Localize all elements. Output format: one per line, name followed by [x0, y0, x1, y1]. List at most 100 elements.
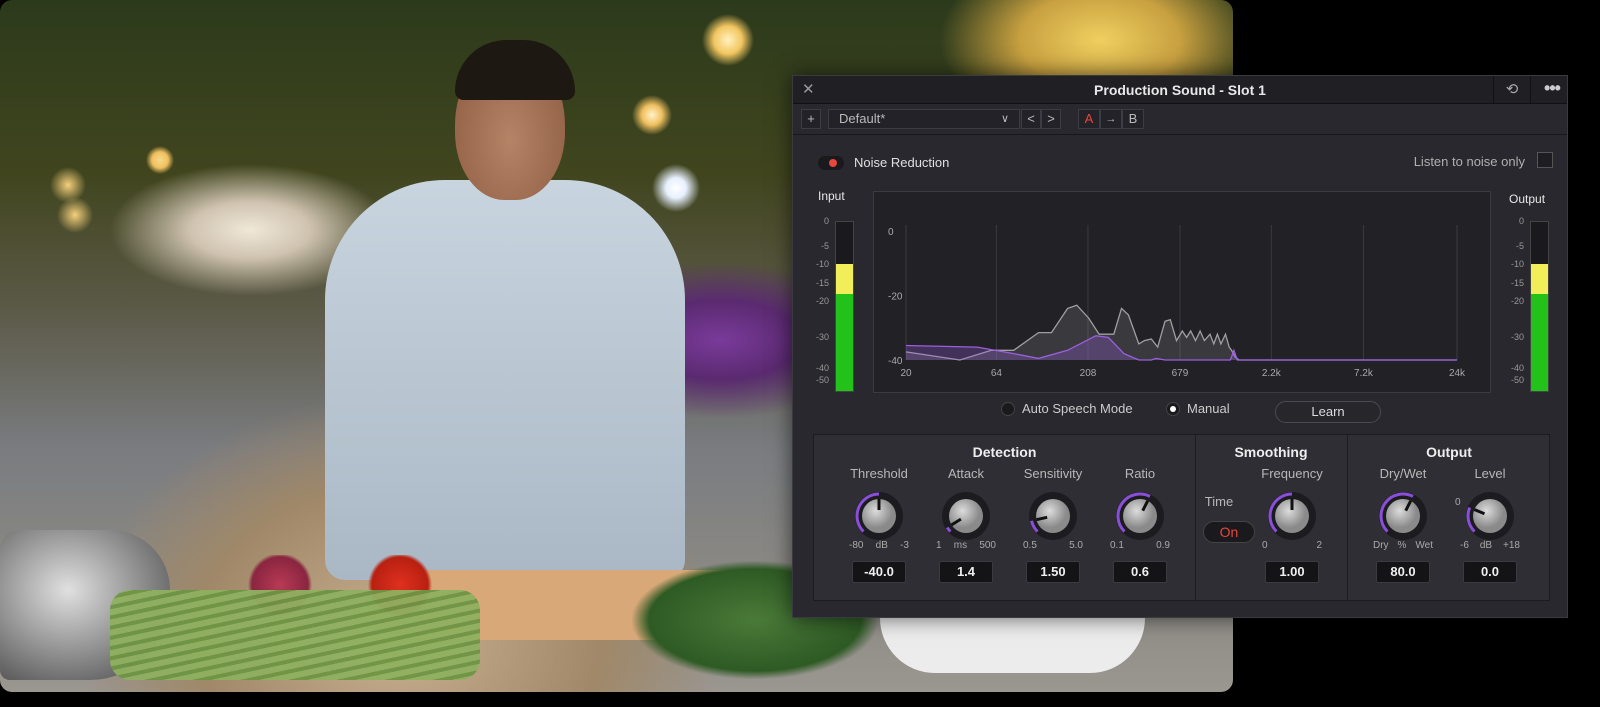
ratio-value-field[interactable]: 0.6	[1113, 561, 1167, 583]
range-max-label: -3	[900, 540, 909, 551]
time-label: Time	[1204, 494, 1234, 509]
attack-value-field[interactable]: 1.4	[939, 561, 993, 583]
range-min-label: -6	[1460, 540, 1469, 551]
ratio-knob[interactable]	[1114, 490, 1166, 542]
copy-a-to-b-button[interactable]: →	[1100, 109, 1122, 129]
frequency-value-field[interactable]: 1.00	[1265, 561, 1319, 583]
manual-mode-label: Manual	[1187, 401, 1230, 416]
meter-tick-label: 0	[1518, 216, 1524, 226]
preset-toolbar: + Default* ∨ < > A → B	[793, 104, 1567, 135]
meter-tick-label: -30	[815, 332, 829, 343]
meter-yellow-fill	[836, 264, 853, 294]
y-tick-label: -20	[888, 292, 903, 303]
meter-yellow-fill	[1531, 264, 1548, 294]
meter-tick-label: -20	[1510, 296, 1524, 307]
threshold-label: Threshold	[850, 466, 908, 481]
range-min-label: Dry	[1373, 540, 1389, 551]
x-tick-label: 2.2k	[1262, 368, 1282, 379]
meter-tick-label: -50	[1510, 375, 1524, 386]
learn-button[interactable]: Learn	[1275, 401, 1381, 423]
range-max-label: Wet	[1415, 540, 1433, 551]
output-heading: Output	[1426, 444, 1472, 460]
meter-tick-label: -40	[815, 363, 829, 374]
noise-reduction-toggle[interactable]: Noise Reduction	[818, 155, 949, 170]
meter-tick-label: -50	[815, 375, 829, 386]
sensitivity-value-field[interactable]: 1.50	[1026, 561, 1080, 583]
controls-panel: Detection Smoothing Output Time On Thres…	[813, 434, 1550, 601]
x-tick-label: 20	[900, 368, 912, 379]
noise-reduction-label: Noise Reduction	[854, 155, 950, 170]
attack-range: 1 ms 500	[936, 540, 996, 551]
x-tick-label: 24k	[1449, 368, 1466, 379]
y-tick-label: 0	[888, 227, 894, 238]
meter-tick-label: -5	[1515, 240, 1524, 251]
sensitivity-range: 0.5 5.0	[1023, 540, 1083, 551]
x-tick-label: 64	[991, 368, 1003, 379]
meter-tick-label: -15	[1510, 277, 1524, 288]
meter-tick-label: -10	[1510, 258, 1524, 269]
attack-knob[interactable]	[940, 490, 992, 542]
meter-tick-label: -15	[815, 277, 829, 288]
meter-tick-label: -20	[815, 296, 829, 307]
attack-label: Attack	[947, 466, 985, 481]
input-meter-label: Input	[818, 189, 845, 203]
time-on-toggle[interactable]: On	[1203, 521, 1255, 543]
range-min-label: 1	[936, 540, 942, 551]
frequency-knob[interactable]	[1266, 490, 1318, 542]
auto-speech-mode-label: Auto Speech Mode	[1022, 401, 1133, 416]
ratio-label: Ratio	[1124, 466, 1156, 481]
power-toggle-icon[interactable]	[818, 155, 844, 170]
preset-value: Default*	[839, 111, 886, 126]
range-max-label: 0.9	[1156, 540, 1170, 551]
threshold-value-field[interactable]: -40.0	[852, 561, 906, 583]
meter-tick-label: -30	[1510, 332, 1524, 343]
dry-wet-knob[interactable]	[1377, 490, 1429, 542]
range-max-label: 500	[979, 540, 996, 551]
window-title: Production Sound - Slot 1	[1094, 82, 1266, 98]
range-max-label: +18	[1503, 540, 1520, 551]
level-value-field[interactable]: 0.0	[1463, 561, 1517, 583]
detection-heading: Detection	[972, 444, 1037, 460]
input-level-meter	[835, 221, 854, 392]
man-cutting-vegetables	[305, 30, 695, 590]
manual-mode-radio[interactable]: Manual	[1166, 401, 1230, 416]
smoothing-heading: Smoothing	[1234, 444, 1308, 460]
level-zero-label: 0	[1455, 497, 1461, 508]
radio-icon[interactable]	[1001, 401, 1015, 416]
output-meter-label: Output	[1509, 192, 1546, 206]
frequency-label: Frequency	[1261, 466, 1323, 481]
dry-wet-value-field[interactable]: 80.0	[1376, 561, 1430, 583]
previous-preset-button[interactable]: <	[1021, 109, 1041, 129]
meter-tick-label: -10	[815, 258, 829, 269]
dry-wet-label: Dry/Wet	[1379, 466, 1427, 481]
frequency-range: 02	[1262, 540, 1322, 551]
next-preset-button[interactable]: >	[1041, 109, 1061, 129]
plate	[880, 618, 1145, 673]
level-knob[interactable]	[1464, 490, 1516, 542]
auto-speech-mode-radio[interactable]: Auto Speech Mode	[1001, 401, 1133, 416]
meter-tick-label: -5	[820, 240, 829, 251]
y-tick-label: -40	[888, 356, 903, 367]
history-icon[interactable]: ⟲	[1493, 76, 1531, 104]
threshold-knob[interactable]	[853, 490, 905, 542]
x-tick-label: 679	[1172, 368, 1189, 379]
range-min-label: 0.5	[1023, 540, 1037, 551]
range-unit-label: dB	[1479, 540, 1493, 551]
sensitivity-knob[interactable]	[1027, 490, 1079, 542]
range-unit-label: %	[1397, 540, 1407, 551]
noise-reduction-plugin-window: ✕ Production Sound - Slot 1 ⟲ ••• + Defa…	[792, 75, 1568, 618]
range-max-label: 5.0	[1069, 540, 1083, 551]
title-bar[interactable]: ✕ Production Sound - Slot 1 ⟲ •••	[793, 76, 1567, 104]
meter-green-fill	[1531, 293, 1548, 391]
radio-selected-icon[interactable]	[1166, 401, 1180, 416]
range-min-label: 0	[1262, 540, 1268, 551]
add-preset-button[interactable]: +	[801, 109, 821, 129]
range-min-label: 0.1	[1110, 540, 1124, 551]
range-unit-label: dB	[875, 540, 888, 551]
compare-a-button[interactable]: A	[1078, 109, 1100, 129]
preset-dropdown[interactable]: Default* ∨	[828, 109, 1020, 129]
listen-to-noise-checkbox[interactable]	[1537, 152, 1553, 168]
meter-green-fill	[836, 293, 853, 391]
compare-b-button[interactable]: B	[1122, 109, 1144, 129]
more-icon[interactable]: •••	[1535, 78, 1569, 99]
